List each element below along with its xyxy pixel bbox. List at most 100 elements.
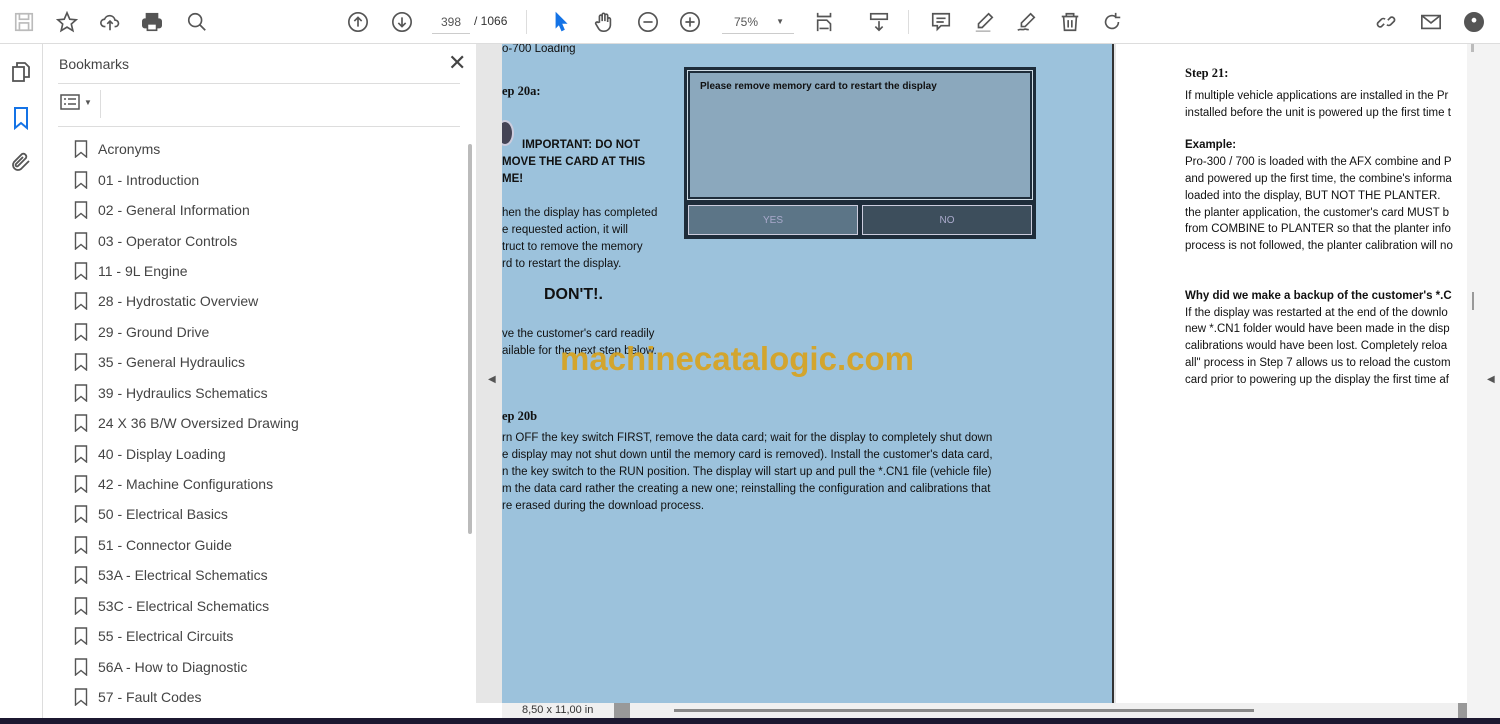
next-page-icon[interactable]	[389, 9, 415, 35]
cloud-upload-icon[interactable]	[97, 9, 123, 35]
bookmark-item[interactable]: 56A - How to Diagnostic	[74, 651, 299, 681]
comment-icon[interactable]	[928, 9, 954, 35]
star-icon[interactable]	[54, 9, 80, 35]
bookmark-icon	[74, 353, 88, 372]
account-icon[interactable]	[1461, 9, 1487, 35]
bookmark-item[interactable]: 28 - Hydrostatic Overview	[74, 286, 299, 316]
text-line: card prior to powering up the display th…	[1185, 374, 1449, 386]
page-size: 8,50 x 11,00 in	[522, 704, 594, 716]
text-line: and powered up the first time, the combi…	[1185, 173, 1452, 185]
text-line: re erased during the download process.	[502, 500, 705, 512]
bookmark-label: 50 - Electrical Basics	[98, 506, 228, 523]
page-header: o-700 Loading	[502, 44, 576, 55]
h-scroll-right[interactable]	[1458, 703, 1467, 718]
print-icon[interactable]	[139, 9, 165, 35]
step-heading: ep 20b	[502, 409, 538, 423]
horizontal-scrollbar[interactable]	[674, 709, 1254, 712]
bookmark-item[interactable]: 01 - Introduction	[74, 164, 299, 194]
text-line: If multiple vehicle applications are ins…	[1185, 90, 1449, 102]
divider	[526, 10, 527, 34]
bookmark-item[interactable]: 57 - Fault Codes	[74, 682, 299, 712]
panel-scrollbar[interactable]	[468, 144, 472, 534]
attachments-icon[interactable]	[9, 150, 33, 174]
display-screenshot: Please remove memory card to restart the…	[684, 67, 1036, 239]
bookmark-item[interactable]: 42 - Machine Configurations	[74, 469, 299, 499]
scrolling-mode-icon[interactable]	[866, 9, 892, 35]
bookmark-icon	[74, 140, 88, 159]
collapse-panel-arrow-icon[interactable]: ◀	[488, 374, 496, 385]
dialog-no: NO	[862, 205, 1032, 235]
bookmark-item[interactable]: 40 - Display Loading	[74, 438, 299, 468]
dont-heading: DON'T!.	[544, 286, 603, 303]
bookmark-label: 35 - General Hydraulics	[98, 354, 246, 371]
bookmark-icon	[74, 475, 88, 494]
bookmark-item[interactable]: 51 - Connector Guide	[74, 530, 299, 560]
list-options-icon	[60, 94, 80, 110]
search-icon[interactable]	[184, 9, 210, 35]
bookmark-label: 24 X 36 B/W Oversized Drawing	[98, 415, 299, 432]
bookmark-item[interactable]: 11 - 9L Engine	[74, 256, 299, 286]
text-line: rn OFF the key switch FIRST, remove the …	[502, 432, 993, 444]
save-icon[interactable]	[11, 9, 37, 35]
bookmark-item[interactable]: Acronyms	[74, 134, 299, 164]
sign-icon[interactable]	[1013, 9, 1039, 35]
bookmark-item[interactable]: 35 - General Hydraulics	[74, 347, 299, 377]
hand-tool-icon[interactable]	[591, 9, 617, 35]
text-line: e requested action, it will	[502, 224, 628, 236]
bookmark-item[interactable]: 03 - Operator Controls	[74, 225, 299, 255]
zoom-value: 75%	[734, 15, 759, 29]
bookmark-options-button[interactable]: ▼	[60, 94, 92, 110]
dialog-message: Please remove memory card to restart the…	[687, 70, 1033, 200]
taskbar	[0, 718, 1500, 724]
page-number-input[interactable]: 398	[432, 10, 470, 34]
bookmark-label: 02 - General Information	[98, 202, 250, 219]
bookmark-label: 53C - Electrical Schematics	[98, 597, 270, 614]
bookmark-item[interactable]: 24 X 36 B/W Oversized Drawing	[74, 408, 299, 438]
email-icon[interactable]	[1418, 9, 1444, 35]
h-scroll-left[interactable]	[614, 703, 630, 718]
rotate-icon[interactable]	[1099, 9, 1125, 35]
zoom-out-icon[interactable]	[635, 9, 661, 35]
bookmark-label: 03 - Operator Controls	[98, 232, 238, 249]
zoom-in-icon[interactable]	[677, 9, 703, 35]
text-line: loaded into the display, BUT NOT THE PLA…	[1185, 190, 1441, 202]
step-heading: ep 20a:	[502, 84, 541, 98]
highlight-pen-icon[interactable]	[971, 9, 997, 35]
bookmark-list: Acronyms 01 - Introduction 02 - General In…	[74, 134, 299, 712]
step-heading: Step 21:	[1185, 66, 1229, 80]
bookmark-icon	[74, 323, 88, 341]
bookmarks-icon[interactable]	[9, 106, 33, 131]
vertical-scrollbar[interactable]: ◀	[1467, 44, 1500, 718]
bookmark-icon	[74, 688, 88, 707]
zoom-select[interactable]: 75% ▼	[722, 10, 794, 34]
page-thumbnails-icon[interactable]	[9, 60, 33, 84]
bookmark-label: Acronyms	[98, 141, 161, 158]
bookmark-item[interactable]: 02 - General Information	[74, 195, 299, 225]
share-link-icon[interactable]	[1373, 9, 1399, 35]
select-cursor-icon[interactable]	[548, 9, 574, 35]
bookmark-icon	[74, 262, 88, 280]
previous-page-icon[interactable]	[345, 9, 371, 35]
text-line: from COMBINE to PLANTER so that the plan…	[1185, 223, 1451, 235]
bookmark-item[interactable]: 53A - Electrical Schematics	[74, 560, 299, 590]
bookmark-label: 29 - Ground Drive	[98, 323, 210, 340]
close-icon[interactable]: ✕	[448, 50, 466, 76]
bookmark-item[interactable]: 50 - Electrical Basics	[74, 499, 299, 529]
fit-page-icon[interactable]	[812, 9, 838, 35]
page-total: / 1066	[474, 14, 508, 28]
important-line: IMPORTANT: DO NOT	[522, 139, 640, 151]
bookmark-item[interactable]: 53C - Electrical Schematics	[74, 591, 299, 621]
scroll-thumb-top[interactable]	[1471, 44, 1474, 52]
bookmark-icon	[74, 384, 88, 402]
expand-right-panel-arrow-icon[interactable]: ◀	[1487, 374, 1495, 385]
text-line: truct to remove the memory	[502, 241, 643, 253]
bookmark-icon	[74, 627, 88, 646]
delete-icon[interactable]	[1057, 9, 1083, 35]
text-line: calibrations would have been lost. Compl…	[1185, 340, 1448, 352]
bookmark-item[interactable]: 55 - Electrical Circuits	[74, 621, 299, 651]
scroll-thumb[interactable]	[1472, 292, 1474, 310]
bookmark-item[interactable]: 39 - Hydraulics Schematics	[74, 378, 299, 408]
bookmark-label: 51 - Connector Guide	[98, 536, 232, 553]
bookmark-label: 01 - Introduction	[98, 171, 200, 188]
bookmark-item[interactable]: 29 - Ground Drive	[74, 317, 299, 347]
